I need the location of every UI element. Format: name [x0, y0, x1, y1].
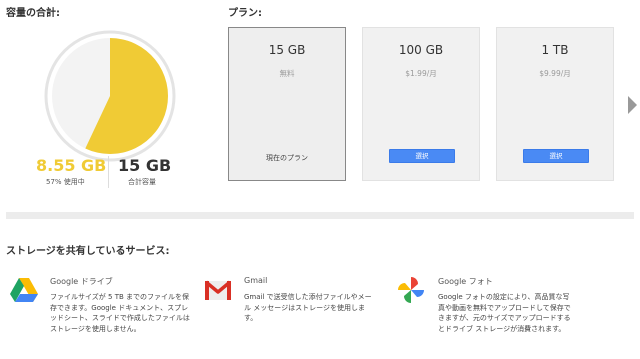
amount-divider: [108, 156, 109, 188]
service-desc-drive: ファイルサイズが 5 TB までのファイルを保存できます。Google ドキュメ…: [50, 293, 190, 333]
plan-size: 1 TB: [541, 43, 569, 57]
services-title: ストレージを共有しているサービス:: [6, 246, 170, 257]
plan-card-1tb[interactable]: 1 TB $9.99/月 選択: [496, 27, 614, 181]
gmail-icon: [204, 280, 232, 300]
google-drive-icon: [10, 278, 38, 302]
used-percent-label: 57% 使用中: [46, 178, 85, 186]
chevron-right-icon[interactable]: [628, 96, 637, 114]
select-plan-1tb-button[interactable]: 選択: [523, 149, 589, 163]
service-desc-gmail: Gmail で送受信した添付ファイルやメール メッセージはストレージを使用します…: [244, 293, 372, 322]
plan-price: $1.99/月: [405, 69, 437, 78]
total-amount: 15 GB: [118, 156, 172, 175]
current-plan-label: 現在のプラン: [266, 154, 308, 162]
select-plan-100gb-button[interactable]: 選択: [389, 149, 455, 163]
plans-title: プラン:: [228, 8, 262, 19]
plan-size: 100 GB: [398, 43, 444, 57]
plan-price: $9.99/月: [539, 69, 571, 78]
section-divider: [6, 212, 634, 219]
total-capacity-label: 合計容量: [128, 178, 156, 186]
storage-total-title: 容量の合計:: [6, 8, 60, 19]
service-name-photos: Google フォト: [438, 277, 493, 286]
storage-usage-pie: [44, 30, 176, 162]
plan-card-100gb[interactable]: 100 GB $1.99/月 選択: [362, 27, 480, 181]
plan-price: 無料: [279, 69, 295, 78]
service-desc-photos: Google フォトの設定により、高品質な写真や動画を無料でアップロードして保存…: [438, 293, 571, 333]
used-amount: 8.55 GB: [36, 156, 107, 175]
google-photos-icon: [398, 277, 424, 303]
service-name-gmail: Gmail: [244, 276, 268, 285]
service-name-drive: Google ドライブ: [50, 277, 113, 286]
plan-size: 15 GB: [268, 43, 306, 57]
plan-card-15gb: 15 GB 無料 現在のプラン: [228, 27, 346, 181]
